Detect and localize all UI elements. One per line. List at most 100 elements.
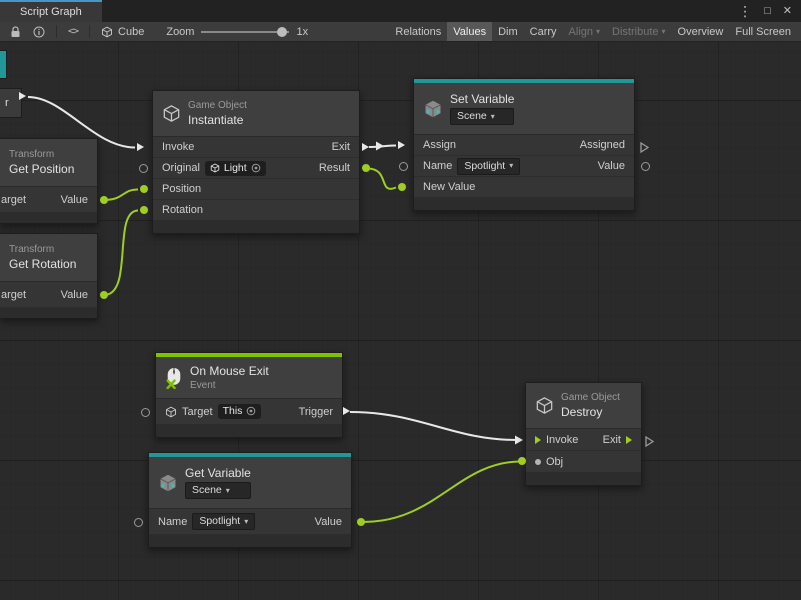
get-variable-name-input-port[interactable] (134, 518, 143, 527)
target-object-field[interactable]: This (218, 404, 262, 419)
graph-toolbar: <> Cube Zoom 1x Relations Values Dim Car… (0, 22, 801, 42)
node-header: Game Object Destroy (526, 383, 641, 429)
zoom-slider-track (201, 31, 289, 33)
window-controls: ⋮ □ ✕ (738, 0, 801, 22)
node-footer (156, 425, 342, 437)
variable-scope-dropdown[interactable]: Scene ▾ (185, 482, 251, 499)
node-footer (0, 213, 97, 223)
name-port-label: Name (423, 160, 452, 172)
wire-variable-to-obj[interactable] (363, 462, 520, 523)
set-variable-new-value-input-port[interactable] (398, 183, 406, 191)
tab-script-graph[interactable]: Script Graph (0, 0, 102, 22)
instantiate-position-input-port[interactable] (140, 185, 148, 193)
node-row: arget Value (0, 282, 97, 308)
node-set-variable[interactable]: Set Variable Scene ▾ Assign Assigned Nam… (413, 78, 635, 211)
node-header: Game Object Instantiate (153, 91, 359, 137)
fragment-output-port[interactable] (19, 92, 26, 100)
instantiate-rotation-input-port[interactable] (140, 206, 148, 214)
node-footer (414, 198, 634, 210)
trigger-port-label: Trigger (299, 406, 333, 418)
kebab-menu-icon[interactable]: ⋮ (738, 4, 752, 18)
wire-arrowhead (376, 142, 384, 151)
set-variable-name-input-port[interactable] (399, 162, 408, 171)
result-port-label: Result (319, 162, 350, 174)
tab-title: Script Graph (20, 6, 82, 18)
lock-icon[interactable] (4, 22, 27, 41)
new-value-port-label: New Value (423, 181, 475, 193)
exit-output-port[interactable] (626, 436, 632, 444)
object-picker-icon[interactable] (246, 406, 256, 416)
invoke-port-label: Invoke (162, 141, 194, 153)
variable-icon (158, 473, 178, 493)
cube-icon (165, 406, 177, 418)
cube-icon (162, 104, 181, 123)
zoom-slider-handle[interactable] (277, 27, 287, 37)
on-mouse-exit-trigger-output-port[interactable] (343, 407, 350, 415)
distribute-button[interactable]: Distribute ▾ (606, 22, 671, 41)
object-picker-icon[interactable] (251, 163, 261, 173)
tab-bar: Script Graph ⋮ □ ✕ (0, 0, 801, 22)
variable-name-dropdown[interactable]: Spotlight ▾ (192, 513, 255, 530)
node-footer (0, 308, 97, 318)
align-button[interactable]: Align ▾ (563, 22, 606, 41)
instantiate-exit-output-port[interactable] (362, 143, 369, 151)
instantiate-invoke-input-port[interactable] (137, 143, 144, 151)
values-button[interactable]: Values (447, 22, 492, 41)
node-instantiate[interactable]: Game Object Instantiate Invoke Exit Orig… (152, 90, 360, 234)
node-get-variable[interactable]: Get Variable Scene ▾ Name Spotlight ▾ Va… (148, 452, 352, 548)
zoom-label: Zoom (166, 26, 194, 38)
chevron-down-icon: ▾ (596, 27, 600, 36)
obj-input-port[interactable] (535, 459, 541, 465)
variable-name-dropdown[interactable]: Spotlight ▾ (457, 158, 520, 175)
value-port-label: Value (61, 289, 88, 301)
node-row: arget Value (0, 187, 97, 213)
set-variable-assigned-output-port[interactable] (640, 140, 649, 158)
instantiate-original-input-port[interactable] (139, 164, 148, 173)
node-header: Transform Get Position (0, 139, 97, 187)
overview-button[interactable]: Overview (672, 22, 730, 41)
variable-scope-value: Scene (457, 110, 487, 122)
on-mouse-exit-target-input-port[interactable] (141, 408, 150, 417)
maximize-icon[interactable]: □ (764, 6, 771, 17)
original-object-value: Light (224, 162, 247, 174)
node-row: Name Spotlight ▾ Value (414, 156, 634, 177)
variable-icon (423, 99, 443, 119)
get-position-value-output-port[interactable] (100, 196, 108, 204)
node-destroy[interactable]: Game Object Destroy Invoke Exit Obj (525, 382, 642, 486)
node-fragment-teal[interactable] (0, 50, 7, 79)
node-on-mouse-exit[interactable]: On Mouse Exit Event Target This Trigger (155, 352, 343, 438)
assigned-port-label: Assigned (580, 139, 625, 151)
code-view-icon[interactable]: <> (62, 22, 84, 41)
node-get-position[interactable]: Transform Get Position arget Value (0, 138, 98, 224)
original-object-field[interactable]: Light (205, 161, 266, 176)
target-object-label: Cube (118, 26, 144, 38)
relations-button[interactable]: Relations (389, 22, 447, 41)
carry-button[interactable]: Carry (524, 22, 563, 41)
full-screen-button[interactable]: Full Screen (729, 22, 797, 41)
wire-rotation-value[interactable] (104, 211, 138, 296)
get-variable-value-output-port[interactable] (357, 518, 365, 526)
node-get-rotation[interactable]: Transform Get Rotation arget Value (0, 233, 98, 319)
wire-position-value[interactable] (104, 190, 138, 201)
instantiate-result-output-port[interactable] (362, 164, 370, 172)
exit-port-label: Exit (603, 434, 621, 446)
set-variable-assign-input-port[interactable] (398, 141, 405, 149)
wire-trigger-to-invoke[interactable] (350, 412, 517, 440)
destroy-exit-output-port[interactable] (645, 434, 654, 452)
close-icon[interactable]: ✕ (783, 6, 792, 17)
info-icon[interactable] (27, 22, 51, 41)
variable-scope-dropdown[interactable]: Scene ▾ (450, 108, 514, 125)
zoom-value: 1x (296, 26, 308, 38)
dim-button[interactable]: Dim (492, 22, 524, 41)
get-rotation-value-output-port[interactable] (100, 291, 108, 299)
target-object-button[interactable]: Cube (95, 26, 150, 38)
destroy-obj-wire-end-port[interactable] (518, 457, 526, 465)
toolbar-buttons: Relations Values Dim Carry Align ▾ Distr… (389, 22, 797, 41)
invoke-input-port[interactable] (535, 436, 541, 444)
graph-canvas[interactable]: r Transform Get Position arget Value Tra… (0, 42, 801, 600)
set-variable-value-output-port[interactable] (641, 162, 650, 171)
node-header: Set Variable Scene ▾ (414, 83, 634, 135)
value-port-label: Value (61, 194, 88, 206)
wire-result-to-new-value[interactable] (368, 169, 396, 189)
zoom-slider[interactable] (201, 26, 289, 38)
